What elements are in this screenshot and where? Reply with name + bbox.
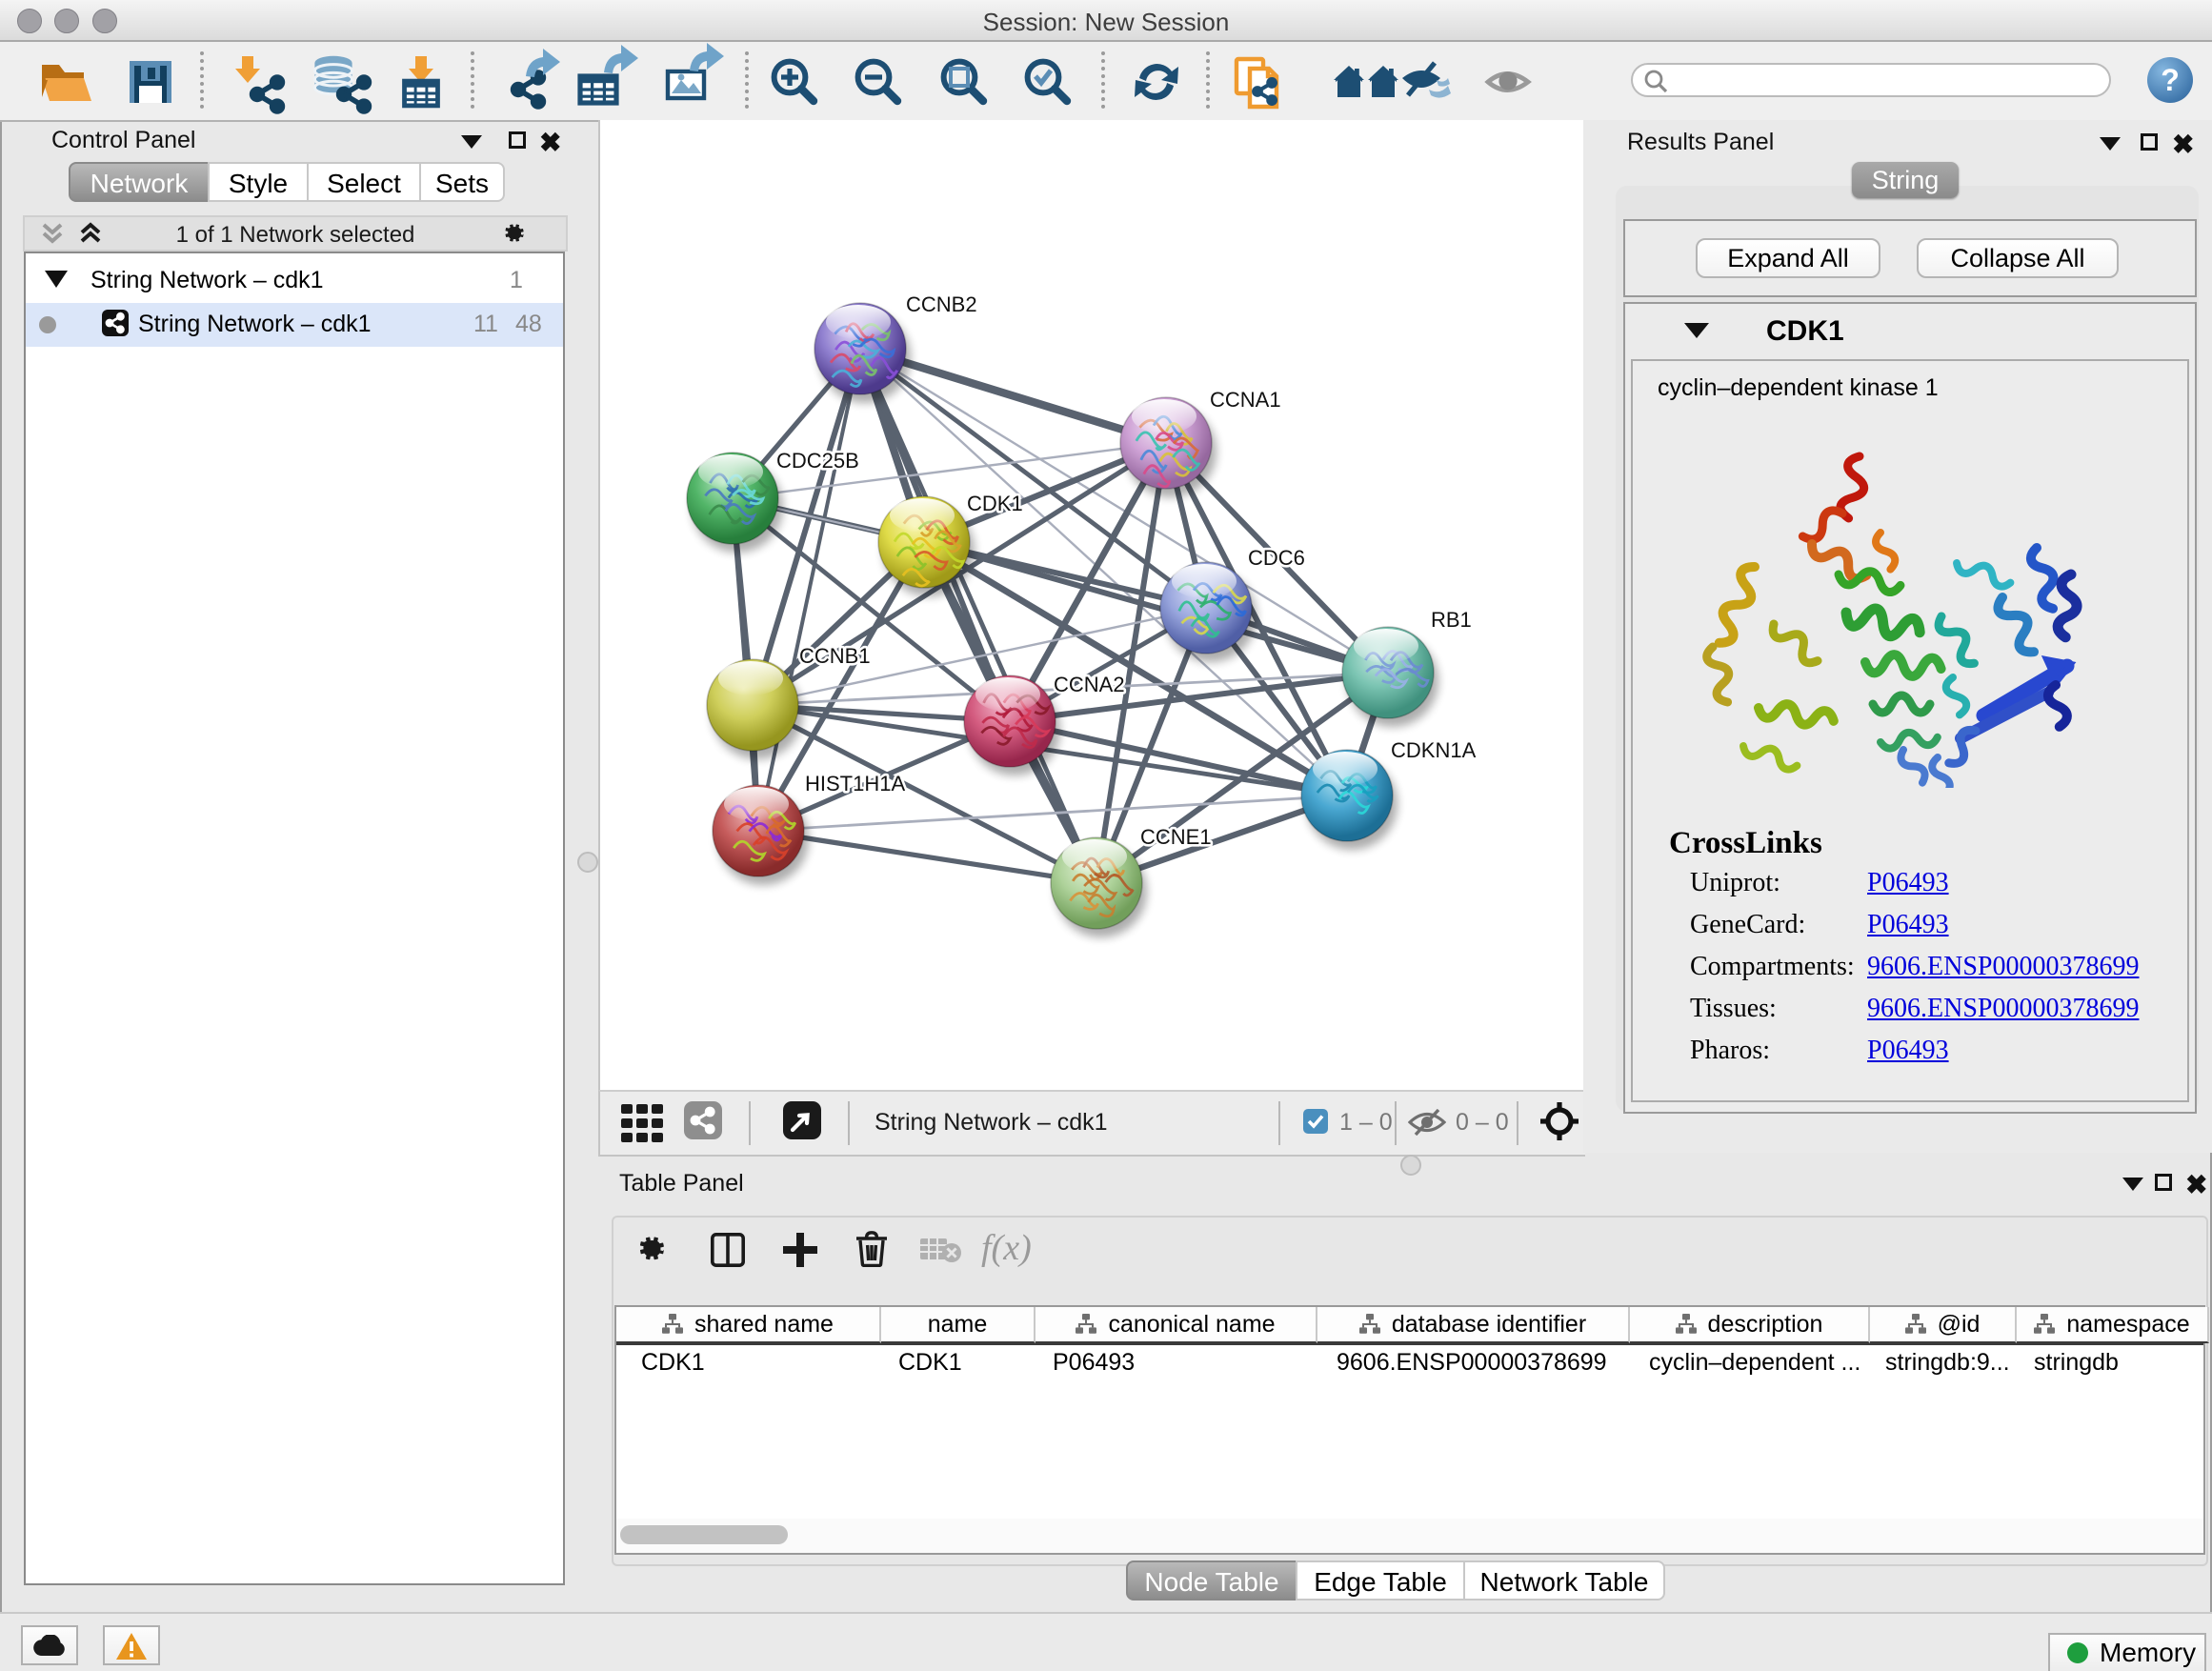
svg-text:RB1: RB1 bbox=[1431, 608, 1472, 632]
svg-text:CCNB1: CCNB1 bbox=[799, 644, 871, 668]
svg-text:CCNB2: CCNB2 bbox=[906, 292, 977, 316]
svg-text:CCNA2: CCNA2 bbox=[1054, 673, 1125, 696]
svg-text:CDKN1A: CDKN1A bbox=[1391, 738, 1477, 762]
svg-text:CCNA1: CCNA1 bbox=[1210, 388, 1281, 412]
svg-text:HIST1H1A: HIST1H1A bbox=[805, 772, 905, 795]
svg-text:CDK1: CDK1 bbox=[967, 492, 1023, 515]
svg-text:CCNE1: CCNE1 bbox=[1140, 825, 1212, 849]
svg-text:CDC6: CDC6 bbox=[1248, 546, 1305, 570]
svg-text:CDC25B: CDC25B bbox=[776, 449, 859, 473]
